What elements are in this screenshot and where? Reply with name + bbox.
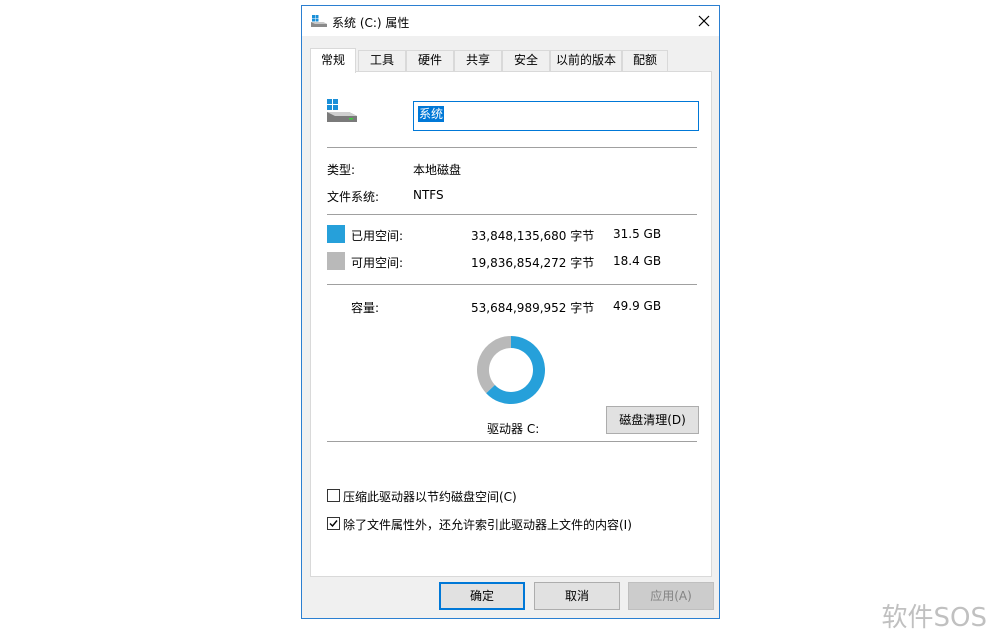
capacity-bytes: 53,684,989,952 字节 [471, 301, 595, 315]
compress-option[interactable]: 压缩此驱动器以节约磁盘空间(C) [327, 487, 697, 505]
used-space-label: 已用空间: [351, 229, 404, 243]
tab-security[interactable]: 安全 [502, 50, 550, 71]
drive-letter-label: 驱动器 C: [487, 422, 540, 436]
cancel-button[interactable]: 取消 [534, 582, 620, 610]
drive-name-input[interactable]: 系统 [413, 101, 699, 131]
separator [327, 441, 697, 442]
filesystem-label: 文件系统: [327, 190, 380, 204]
tab-previous-versions[interactable]: 以前的版本 [550, 50, 622, 71]
type-label: 类型: [327, 163, 356, 177]
free-space-bytes: 19,836,854,272 字节 [471, 256, 595, 270]
close-button[interactable] [689, 6, 719, 36]
tab-hardware[interactable]: 硬件 [406, 50, 454, 71]
apply-button[interactable]: 应用(A) [628, 582, 714, 610]
index-label: 除了文件属性外，还允许索引此驱动器上文件的内容(I) [343, 518, 632, 532]
checkmark-icon [329, 520, 338, 528]
drive-large-icon [327, 99, 357, 122]
tab-general[interactable]: 常规 [310, 48, 356, 73]
drive-name-value: 系统 [418, 106, 445, 122]
index-checkbox[interactable] [327, 517, 340, 530]
tab-quota[interactable]: 配额 [622, 50, 668, 71]
title-bar[interactable]: 系统 (C:) 属性 [302, 6, 719, 36]
tab-sharing[interactable]: 共享 [454, 50, 502, 71]
free-space-size: 18.4 GB [613, 254, 662, 268]
properties-dialog: 系统 (C:) 属性 常规 工具 硬件 共享 安全 以前的版本 配额 系统 类型… [301, 5, 720, 619]
general-panel: 系统 类型: 本地磁盘 文件系统: NTFS 已用空间: 33,848,135,… [310, 71, 712, 577]
watermark: 软件SOS [881, 603, 987, 633]
compress-checkbox[interactable] [327, 489, 340, 502]
separator [327, 214, 697, 215]
type-value: 本地磁盘 [413, 163, 462, 177]
donut-free-arc [477, 336, 512, 394]
capacity-label: 容量: [351, 301, 380, 315]
window-title: 系统 (C:) 属性 [332, 16, 410, 30]
separator [327, 147, 697, 148]
capacity-size: 49.9 GB [613, 299, 662, 313]
ok-button[interactable]: 确定 [439, 582, 525, 610]
filesystem-value: NTFS [413, 188, 444, 202]
index-option[interactable]: 除了文件属性外，还允许索引此驱动器上文件的内容(I) [327, 515, 697, 533]
close-icon [698, 15, 710, 27]
used-space-bytes: 33,848,135,680 字节 [471, 229, 595, 243]
disk-cleanup-button[interactable]: 磁盘清理(D) [606, 406, 699, 434]
used-space-swatch [327, 225, 345, 243]
drive-icon [311, 15, 327, 27]
compress-label: 压缩此驱动器以节约磁盘空间(C) [343, 490, 517, 504]
separator [327, 284, 697, 285]
free-space-swatch [327, 252, 345, 270]
tab-tools[interactable]: 工具 [358, 50, 406, 71]
used-space-size: 31.5 GB [613, 227, 662, 241]
free-space-label: 可用空间: [351, 256, 404, 270]
usage-donut-chart [477, 336, 545, 404]
